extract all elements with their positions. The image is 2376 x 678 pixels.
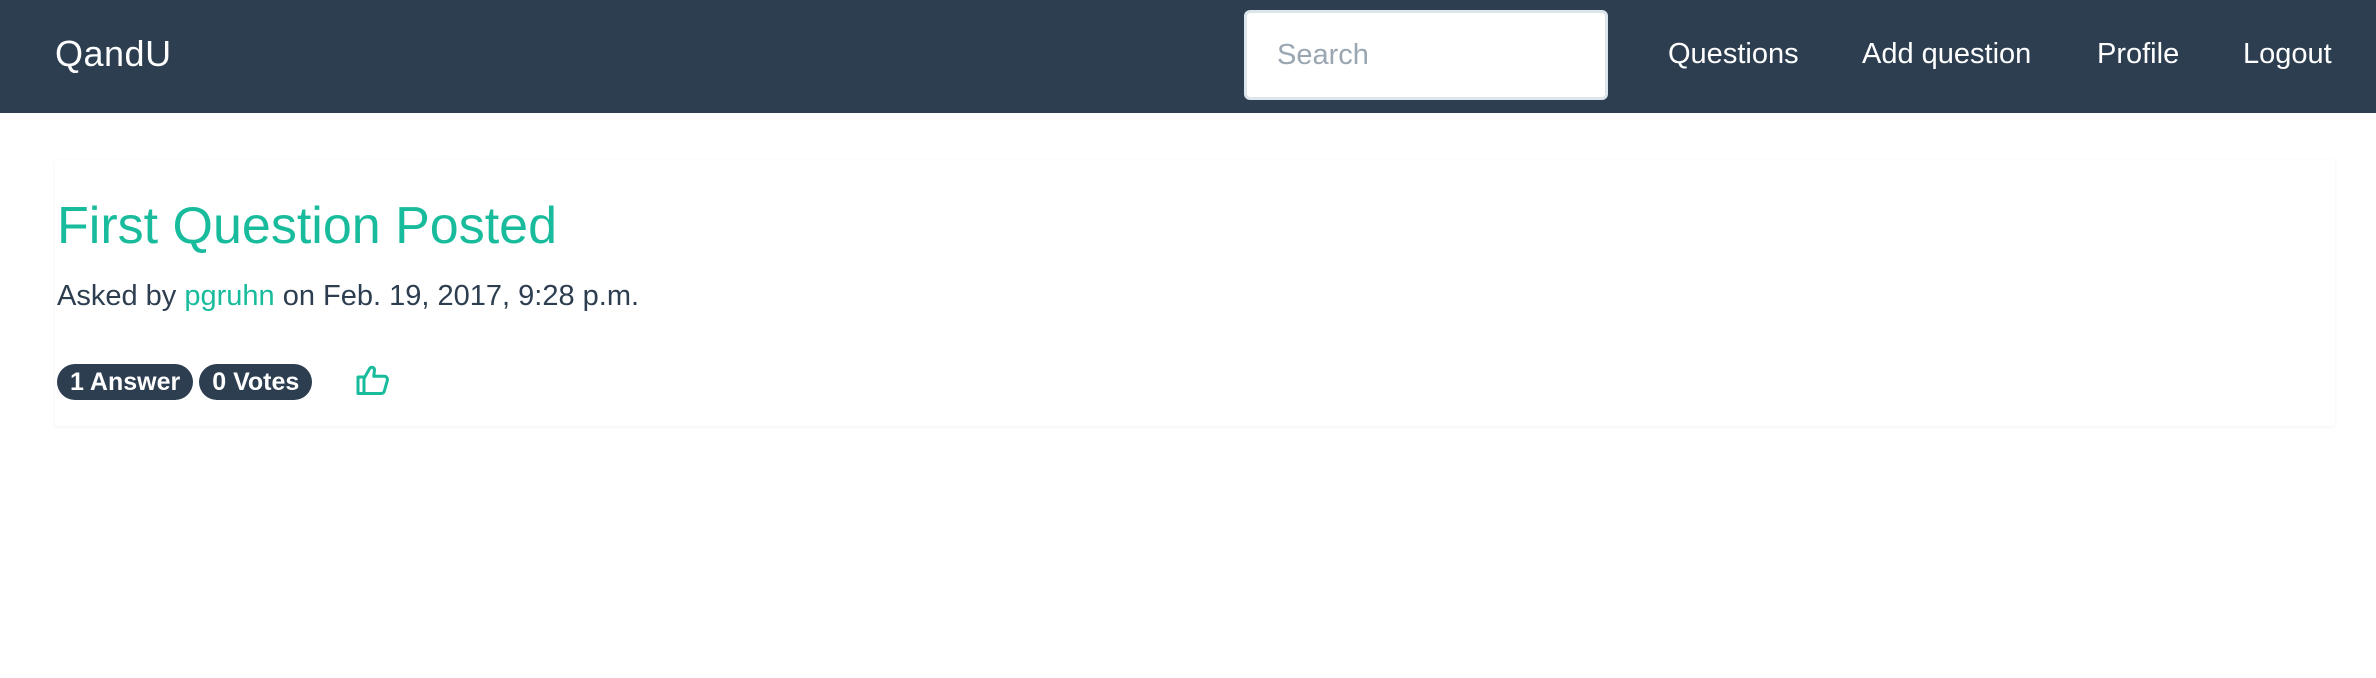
- nav-link-questions[interactable]: Questions: [1668, 34, 1799, 74]
- nav-link-profile[interactable]: Profile: [2097, 34, 2179, 74]
- author-link[interactable]: pgruhn: [184, 280, 274, 312]
- thumbs-up-icon[interactable]: [355, 362, 391, 398]
- brand-logo-link[interactable]: QandU: [55, 30, 172, 78]
- question-badges: 1 Answer 0 Votes: [57, 364, 318, 400]
- asked-by-label: Asked by: [57, 280, 177, 312]
- nav-link-add-question[interactable]: Add question: [1862, 34, 2031, 74]
- top-navbar: QandU Questions Add question Profile Log…: [0, 0, 2376, 113]
- answers-count-badge: 1 Answer: [57, 364, 194, 400]
- nav-link-logout[interactable]: Logout: [2243, 34, 2332, 74]
- votes-count-badge: 0 Votes: [199, 364, 313, 400]
- question-card: First Question Posted Asked by pgruhn on…: [55, 160, 2335, 426]
- search-input[interactable]: [1244, 10, 1608, 100]
- question-meta: Asked by pgruhn on Feb. 19, 2017, 9:28 p…: [57, 276, 639, 316]
- question-date: on Feb. 19, 2017, 9:28 p.m.: [282, 280, 640, 312]
- question-title-link[interactable]: First Question Posted: [57, 194, 557, 258]
